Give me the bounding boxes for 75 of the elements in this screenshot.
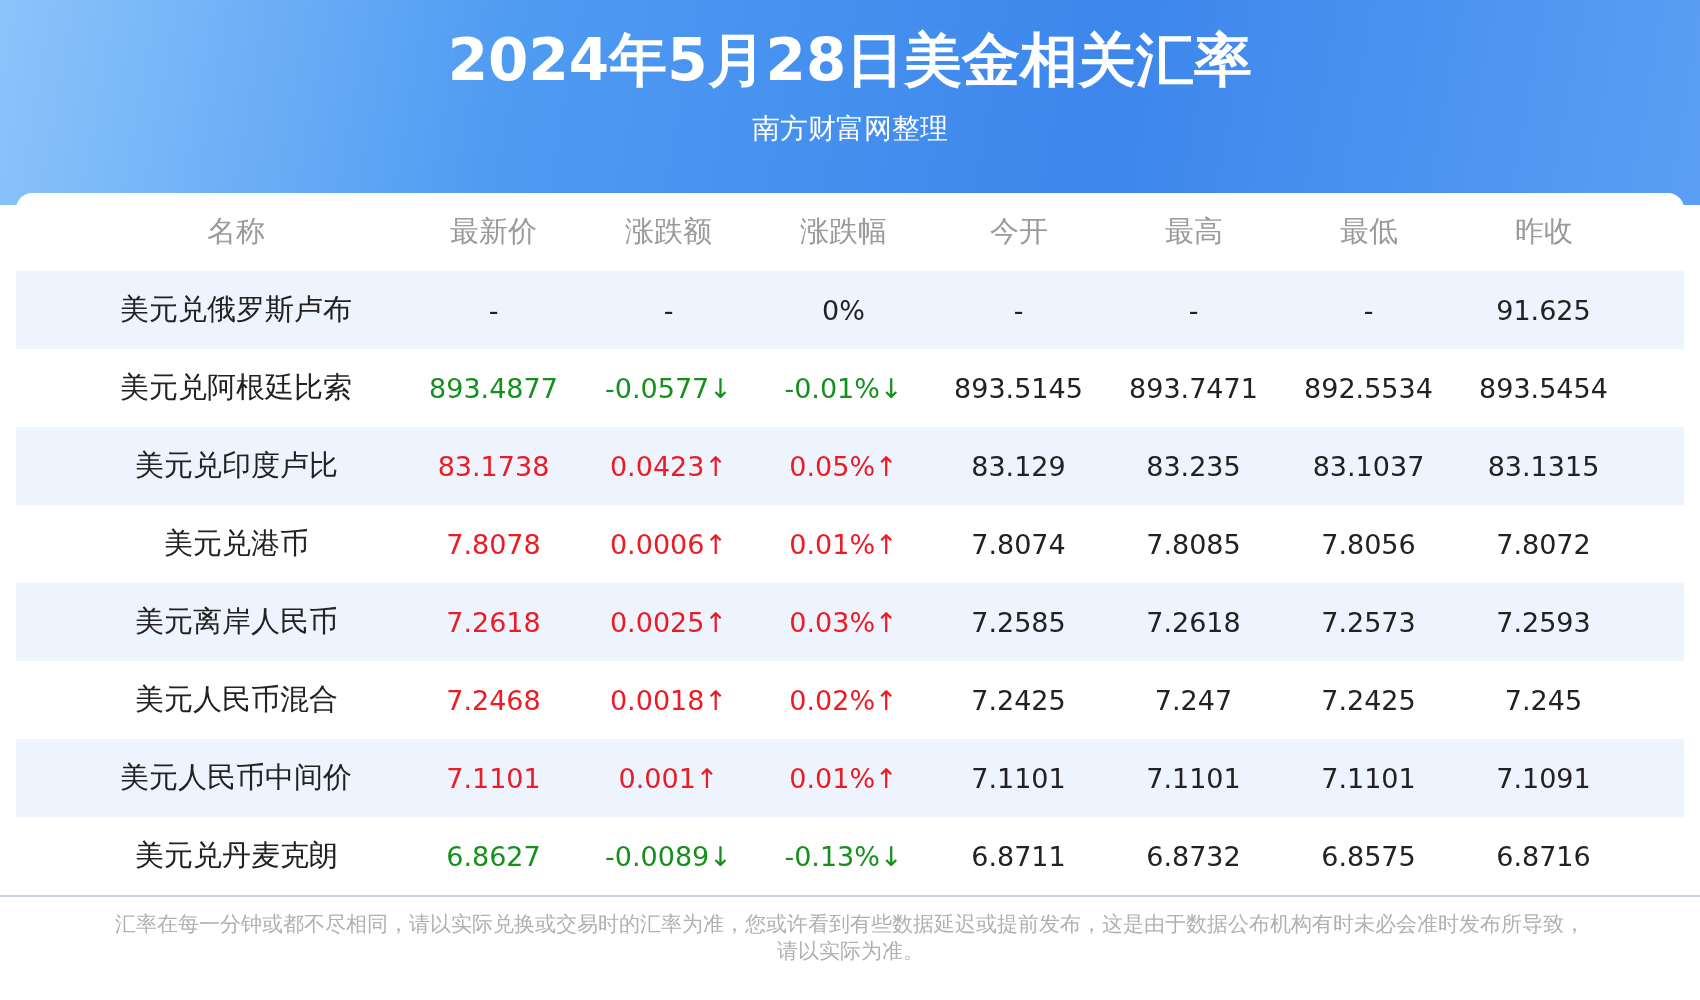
table-cell: 7.1101 bbox=[971, 762, 1066, 794]
table-cell: 6.8627 bbox=[446, 840, 541, 872]
table-cell: - bbox=[488, 294, 499, 326]
table-cell-text: 美元离岸人民币 bbox=[134, 603, 338, 640]
column-header: 涨跌幅 bbox=[800, 213, 887, 250]
table-cell: 7.245 bbox=[1504, 684, 1583, 716]
table-cell: 83.1738 bbox=[437, 450, 550, 482]
table-cell: 892.5534 bbox=[1304, 372, 1433, 404]
table-cell: 7.1101 bbox=[1146, 762, 1241, 794]
table-cell: -0.01%↓ bbox=[784, 372, 903, 404]
table-cell: -0.0577↓ bbox=[605, 372, 732, 404]
table-cell: 7.247 bbox=[1154, 684, 1233, 716]
table-cell: 83.235 bbox=[1146, 450, 1241, 482]
table-cell: 83.1315 bbox=[1487, 450, 1600, 482]
table-cell: 7.8072 bbox=[1496, 528, 1591, 560]
table-cell: 893.4877 bbox=[429, 372, 558, 404]
table-cell: 893.5454 bbox=[1479, 372, 1608, 404]
page-subtitle: 南方财富网整理 bbox=[752, 111, 948, 147]
table-cell: 7.1101 bbox=[446, 762, 541, 794]
table-cell: 7.8056 bbox=[1321, 528, 1416, 560]
table-cell: 6.8711 bbox=[971, 840, 1066, 872]
table-cell: 7.1091 bbox=[1496, 762, 1591, 794]
table-cell: 7.8078 bbox=[446, 528, 541, 560]
table-cell-text: 美元人民币混合 bbox=[134, 681, 338, 718]
table-cell: 0.02%↑ bbox=[789, 684, 898, 716]
table-cell: 893.7471 bbox=[1129, 372, 1258, 404]
table-cell: 0% bbox=[822, 294, 865, 326]
page-title: 2024年5月28日美金相关汇率 bbox=[447, 25, 1253, 96]
table-cell: 0.0018↑ bbox=[609, 684, 728, 716]
table-cell-text: 美元人民币中间价 bbox=[120, 759, 352, 796]
column-header: 今开 bbox=[989, 213, 1048, 250]
table-cell: 7.2425 bbox=[1321, 684, 1416, 716]
table-cell-text: 美元兑俄罗斯卢布 bbox=[120, 291, 352, 328]
table-cell: 7.2425 bbox=[971, 684, 1066, 716]
table-cell: 0.05%↑ bbox=[789, 450, 898, 482]
table-cell: - bbox=[1188, 294, 1199, 326]
table-cell: - bbox=[1013, 294, 1024, 326]
table-cell: 0.001↑ bbox=[618, 762, 719, 794]
table-cell: -0.13%↓ bbox=[784, 840, 903, 872]
table-cell: 893.5145 bbox=[954, 372, 1083, 404]
table-cell: 7.2585 bbox=[971, 606, 1066, 638]
column-header: 昨收 bbox=[1514, 213, 1573, 250]
table-cell: 7.2573 bbox=[1321, 606, 1416, 638]
table-cell: 0.01%↑ bbox=[789, 762, 898, 794]
table-cell: 91.625 bbox=[1496, 294, 1591, 326]
table-cell: -0.0089↓ bbox=[605, 840, 732, 872]
footnote: 汇率在每一分钟或都不尽相同，请以实际兑换或交易时的汇率为准，您或许看到有些数据延迟或提前发布，这是由于数据公布机构有时未必会准时发布所导致，请以实际为准。 bbox=[114, 911, 1586, 965]
table-cell: 7.2618 bbox=[446, 606, 541, 638]
table-cell: 7.2593 bbox=[1496, 606, 1591, 638]
table-cell-text: 美元兑港币 bbox=[163, 525, 309, 562]
table-cell: 7.8085 bbox=[1146, 528, 1241, 560]
table-cell: 83.129 bbox=[971, 450, 1066, 482]
table-cell: 0.01%↑ bbox=[789, 528, 898, 560]
table-cell: 6.8732 bbox=[1146, 840, 1241, 872]
table-cell: 7.2468 bbox=[446, 684, 541, 716]
table-cell: 7.2618 bbox=[1146, 606, 1241, 638]
column-header: 最高 bbox=[1164, 213, 1223, 250]
table-cell: 0.03%↑ bbox=[789, 606, 898, 638]
table-cell: 7.8074 bbox=[971, 528, 1066, 560]
table-cell: 0.0006↑ bbox=[609, 528, 728, 560]
column-header: 最新价 bbox=[450, 213, 537, 250]
table-cell: 83.1037 bbox=[1312, 450, 1425, 482]
table-cell-text: 美元兑丹麦克朗 bbox=[134, 837, 338, 874]
table-cell-text: 美元兑阿根廷比索 bbox=[120, 369, 352, 406]
table-cell: 0.0025↑ bbox=[609, 606, 728, 638]
column-header: 名称 bbox=[207, 213, 265, 250]
column-header: 最低 bbox=[1339, 213, 1398, 250]
table-cell: 6.8575 bbox=[1321, 840, 1416, 872]
table-cell: - bbox=[1363, 294, 1374, 326]
table-cell-text: 美元兑印度卢比 bbox=[134, 447, 338, 484]
table-cell: 0.0423↑ bbox=[609, 450, 728, 482]
table-cell: 6.8716 bbox=[1496, 840, 1591, 872]
table-cell: 7.1101 bbox=[1321, 762, 1416, 794]
table-cell: - bbox=[663, 294, 674, 326]
column-header: 涨跌额 bbox=[625, 213, 712, 250]
